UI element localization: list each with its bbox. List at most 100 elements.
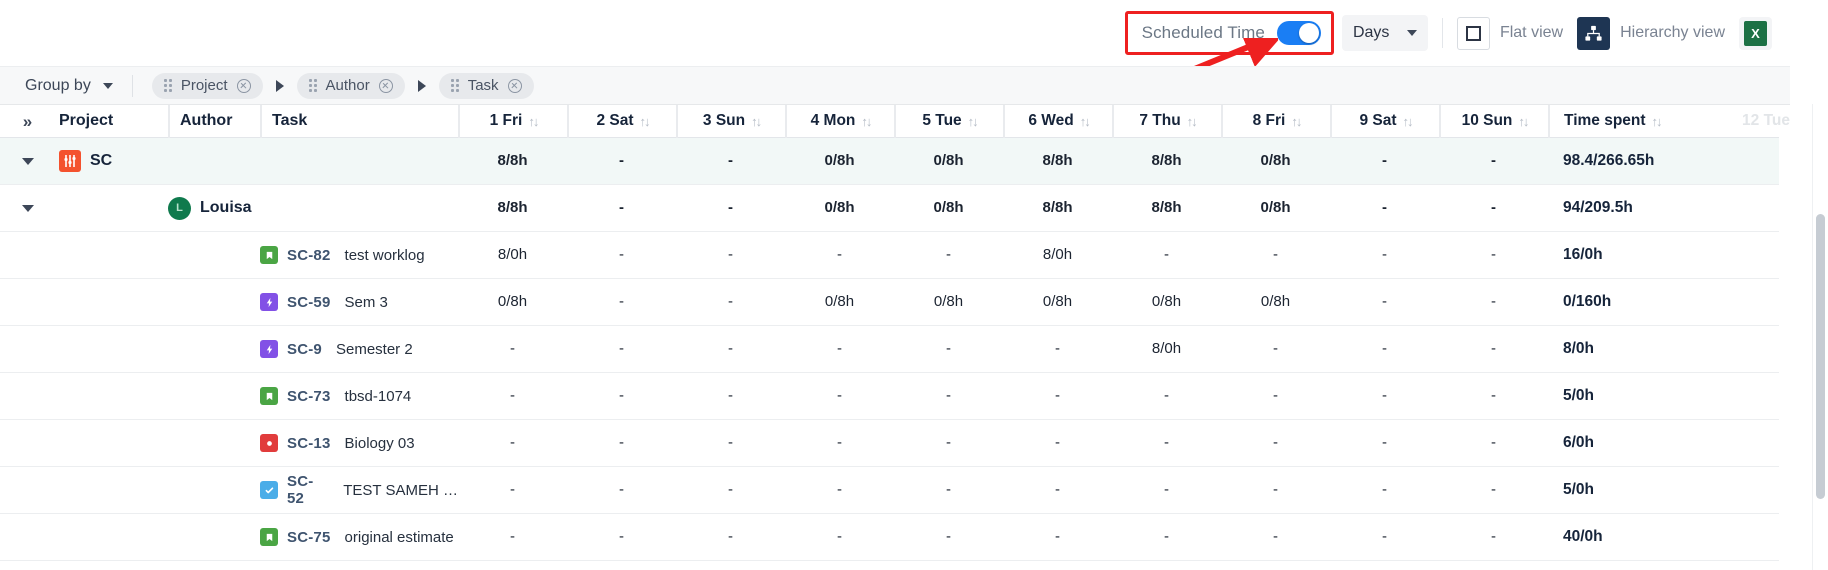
- table-row[interactable]: SC-75 original estimate - - - - - - - - …: [0, 514, 1779, 561]
- day-cell: -: [1330, 293, 1439, 311]
- day-value: 8/0h: [1042, 246, 1073, 263]
- day-value: -: [946, 387, 951, 404]
- sort-icon[interactable]: ↑↓: [640, 114, 651, 129]
- project-name: SC: [90, 152, 113, 169]
- issue-key[interactable]: SC-9: [287, 341, 322, 358]
- sort-icon[interactable]: ↑↓: [528, 114, 539, 129]
- task-cell[interactable]: SC-73 tbsd-1074: [260, 387, 458, 405]
- drag-handle-icon[interactable]: [308, 79, 317, 92]
- issue-key[interactable]: SC-75: [287, 529, 331, 546]
- issue-key[interactable]: SC-73: [287, 388, 331, 405]
- table-row-author-group[interactable]: L Louisa 8/8h - - 0/8h 0/8h 8/8h 8/8h 0/…: [0, 185, 1779, 232]
- column-header-day[interactable]: 8 Fri ↑↓: [1221, 105, 1330, 138]
- story-icon: [260, 246, 278, 264]
- table-row[interactable]: SC-52 TEST SAMEH … - - - - - - - - - - 5…: [0, 467, 1779, 514]
- column-header-day[interactable]: 7 Thu ↑↓: [1112, 105, 1221, 138]
- time-spent-value: 8/0h: [1563, 340, 1595, 357]
- sort-icon[interactable]: ↑↓: [861, 114, 872, 129]
- day-value: -: [728, 152, 733, 169]
- column-header-project[interactable]: Project: [55, 112, 168, 130]
- sort-icon[interactable]: ↑↓: [968, 114, 979, 129]
- day-value: -: [619, 199, 624, 216]
- sort-icon[interactable]: ↑↓: [1652, 114, 1663, 129]
- column-header-day[interactable]: 5 Tue ↑↓: [894, 105, 1003, 138]
- remove-chip-icon[interactable]: [507, 78, 522, 93]
- sort-icon[interactable]: ↑↓: [1518, 114, 1529, 129]
- day-cell: -: [676, 293, 785, 311]
- column-header-time-spent[interactable]: Time spent ↑↓ 12 Tue: [1548, 105, 1790, 138]
- day-cell: 8/8h: [458, 199, 567, 217]
- day-cell: 8/8h: [1112, 199, 1221, 217]
- issue-key[interactable]: SC-82: [287, 247, 331, 264]
- day-value: -: [837, 481, 842, 498]
- column-header-day[interactable]: 1 Fri ↑↓: [458, 105, 567, 138]
- drag-handle-icon[interactable]: [163, 79, 172, 92]
- day-cell: -: [785, 481, 894, 499]
- table-row[interactable]: SC-9 Semester 2 - - - - - - 8/0h - - - 8…: [0, 326, 1779, 373]
- remove-chip-icon[interactable]: [378, 78, 393, 93]
- group-by-bar: Group by Project Author Task: [0, 66, 1790, 104]
- day-cell: -: [1439, 434, 1548, 452]
- sort-icon[interactable]: ↑↓: [1187, 114, 1198, 129]
- day-value: -: [1273, 528, 1278, 545]
- group-by-button[interactable]: Group by: [25, 77, 113, 95]
- drag-handle-icon[interactable]: [450, 79, 459, 92]
- group-chip-task[interactable]: Task: [438, 72, 534, 99]
- task-cell[interactable]: SC-75 original estimate: [260, 528, 458, 546]
- group-chip-author[interactable]: Author: [296, 72, 405, 99]
- day-value: 0/8h: [1042, 293, 1073, 310]
- sort-icon[interactable]: ↑↓: [1080, 114, 1091, 129]
- day-cell: -: [458, 340, 567, 358]
- column-header-day[interactable]: 9 Sat ↑↓: [1330, 105, 1439, 138]
- day-cell: -: [1439, 387, 1548, 405]
- task-cell[interactable]: SC-82 test worklog: [260, 246, 458, 264]
- expand-all-button[interactable]: »: [0, 113, 55, 130]
- column-header-day[interactable]: 3 Sun ↑↓: [676, 105, 785, 138]
- day-value: -: [1382, 481, 1387, 498]
- day-value: -: [1273, 340, 1278, 357]
- collapse-toggle[interactable]: [0, 157, 55, 165]
- column-header-author[interactable]: Author: [168, 105, 260, 138]
- vertical-scrollbar[interactable]: [1812, 104, 1828, 570]
- task-cell[interactable]: SC-13 Biology 03: [260, 434, 458, 452]
- table-row[interactable]: SC-59 Sem 3 0/8h - - 0/8h 0/8h 0/8h 0/8h…: [0, 279, 1779, 326]
- task-cell[interactable]: SC-9 Semester 2: [260, 340, 458, 358]
- table-row[interactable]: SC-73 tbsd-1074 - - - - - - - - - - 5/0h: [0, 373, 1779, 420]
- toggle-knob: [1298, 23, 1319, 43]
- issue-key[interactable]: SC-59: [287, 294, 331, 311]
- group-chip-project[interactable]: Project: [151, 72, 263, 99]
- hierarchy-view-button[interactable]: Hierarchy view: [1563, 16, 1725, 50]
- task-cell[interactable]: SC-52 TEST SAMEH …: [260, 473, 458, 507]
- column-header-day[interactable]: 10 Sun ↑↓: [1439, 105, 1548, 138]
- period-select[interactable]: Days: [1341, 15, 1428, 51]
- column-header-task[interactable]: Task: [260, 105, 458, 138]
- issue-key[interactable]: SC-52: [287, 473, 329, 507]
- column-header-day[interactable]: 2 Sat ↑↓: [567, 105, 676, 138]
- day-cell: 8/8h: [1112, 152, 1221, 170]
- day-cell: -: [1112, 434, 1221, 452]
- column-header-day[interactable]: 4 Mon ↑↓: [785, 105, 894, 138]
- sort-icon[interactable]: ↑↓: [1291, 114, 1302, 129]
- sort-icon[interactable]: ↑↓: [751, 114, 762, 129]
- scrollbar-thumb[interactable]: [1816, 214, 1825, 499]
- day-cell: 8/8h: [458, 152, 567, 170]
- issue-key[interactable]: SC-13: [287, 435, 331, 452]
- day-cell: -: [1221, 387, 1330, 405]
- sort-icon[interactable]: ↑↓: [1403, 114, 1414, 129]
- table-row[interactable]: SC-13 Biology 03 - - - - - - - - - - 6/0…: [0, 420, 1779, 467]
- day-cell: -: [785, 434, 894, 452]
- table-row[interactable]: SC-82 test worklog 8/0h - - - - 8/0h - -…: [0, 232, 1779, 279]
- collapse-toggle[interactable]: [0, 204, 55, 212]
- task-cell[interactable]: SC-59 Sem 3: [260, 293, 458, 311]
- task-icon: [260, 481, 278, 499]
- flat-view-label: Flat view: [1499, 24, 1564, 41]
- remove-chip-icon[interactable]: [236, 78, 251, 93]
- day-cell: -: [1439, 293, 1548, 311]
- table-row-project-group[interactable]: SC 8/8h - - 0/8h 0/8h 8/8h 8/8h 0/8h - -…: [0, 138, 1779, 185]
- export-excel-button[interactable]: X: [1739, 16, 1772, 50]
- flat-view-button[interactable]: Flat view: [1456, 16, 1564, 50]
- day-cell: -: [1003, 434, 1112, 452]
- scheduled-time-toggle[interactable]: [1276, 21, 1321, 45]
- day-cell: -: [1221, 481, 1330, 499]
- column-header-day[interactable]: 6 Wed ↑↓: [1003, 105, 1112, 138]
